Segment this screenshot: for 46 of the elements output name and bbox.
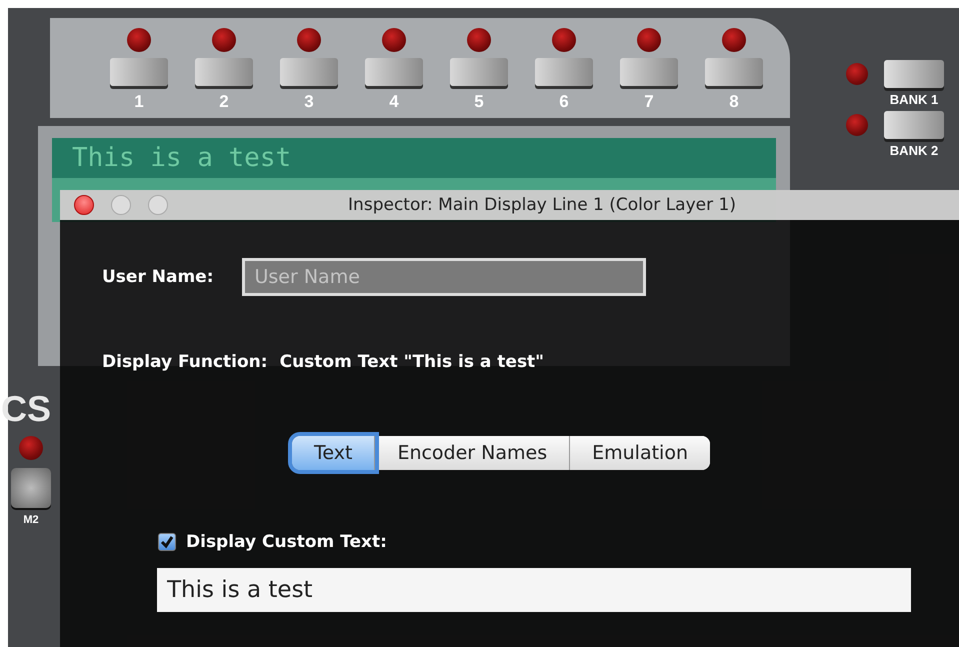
channel-number: 7 — [644, 92, 654, 112]
led-icon — [722, 28, 746, 52]
window-title: Inspector: Main Display Line 1 (Color Layer 1) — [347, 195, 737, 215]
select-button[interactable] — [705, 58, 763, 86]
select-button[interactable] — [110, 58, 168, 86]
checkbox-label: Display Custom Text: — [186, 532, 387, 552]
button-label: BANK 1 — [888, 91, 940, 109]
display-function-label: Display Function: — [102, 352, 268, 372]
channel-number: 2 — [219, 92, 229, 112]
channel-number: 5 — [474, 92, 484, 112]
close-button[interactable] — [74, 195, 94, 215]
custom-text-field[interactable]: This is a test — [157, 568, 911, 612]
led-icon — [297, 28, 321, 52]
segment-tab[interactable]: Emulation — [570, 436, 710, 470]
led-icon — [382, 28, 406, 52]
led-icon — [552, 28, 576, 52]
select-button[interactable] — [620, 58, 678, 86]
led-icon — [637, 28, 661, 52]
select-button[interactable] — [450, 58, 508, 86]
led-icon — [467, 28, 491, 52]
minimize-button[interactable] — [111, 195, 131, 215]
user-name-label: User Name: — [102, 267, 214, 287]
bank-button[interactable] — [884, 111, 944, 139]
checkbox[interactable] — [158, 533, 176, 551]
led-icon — [846, 114, 868, 136]
button-label: BANK 2 — [888, 142, 940, 160]
select-button[interactable] — [280, 58, 338, 86]
led-icon — [19, 436, 43, 460]
channel-number: 1 — [134, 92, 144, 112]
user-name-field[interactable]: User Name — [242, 258, 646, 296]
button-label: M2 — [23, 514, 39, 526]
display-function-value: Custom Text "This is a test" — [280, 352, 544, 372]
select-button[interactable] — [195, 58, 253, 86]
bank-button[interactable] — [884, 60, 944, 88]
led-icon — [212, 28, 236, 52]
select-button[interactable] — [365, 58, 423, 86]
select-button[interactable] — [535, 58, 593, 86]
zoom-button[interactable] — [148, 195, 168, 215]
channel-number: 6 — [559, 92, 569, 112]
lcd-display: This is a test — [52, 138, 776, 178]
channel-number: 8 — [729, 92, 739, 112]
channel-number: 3 — [304, 92, 314, 112]
led-icon — [846, 63, 868, 85]
mode-button[interactable] — [11, 468, 51, 508]
channel-number: 4 — [389, 92, 399, 112]
led-icon — [127, 28, 151, 52]
